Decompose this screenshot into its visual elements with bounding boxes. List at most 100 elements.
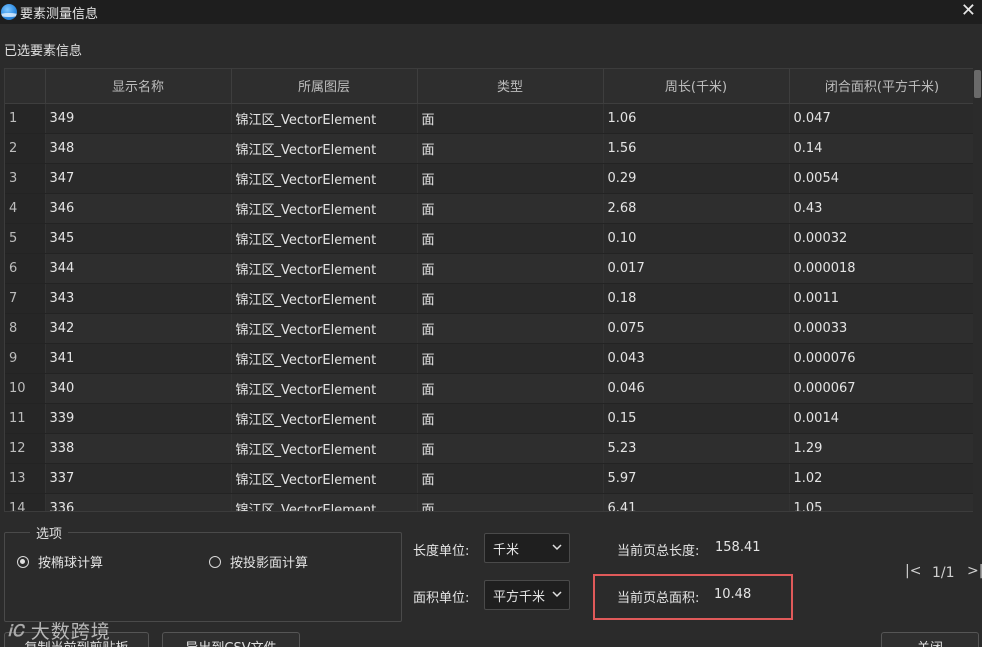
type-cell: 面 xyxy=(417,343,604,374)
row-index-cell: 7 xyxy=(5,283,46,314)
row-index-cell: 6 xyxy=(5,253,46,284)
row-index-cell: 8 xyxy=(5,313,46,344)
radio-ellipsoid[interactable]: 按椭球计算 xyxy=(17,552,103,571)
watermark: ᎥᏟ 大数跨境 xyxy=(8,617,111,644)
display-name-cell: 337 xyxy=(45,463,232,494)
table-row[interactable]: 2 348 锦江区_VectorElement 面 1.56 0.14 xyxy=(5,133,973,164)
type-cell: 面 xyxy=(417,403,604,434)
type-cell: 面 xyxy=(417,193,604,224)
chevron-down-icon xyxy=(552,591,562,598)
radio-projection-label: 按投影面计算 xyxy=(230,556,309,571)
scrollbar-thumb[interactable] xyxy=(974,70,981,98)
type-cell: 面 xyxy=(417,223,604,254)
layer-cell: 锦江区_VectorElement xyxy=(231,253,418,284)
area-cell: 0.000076 xyxy=(789,343,973,374)
column-header-index[interactable] xyxy=(5,69,46,104)
type-cell: 面 xyxy=(417,253,604,284)
perimeter-cell: 0.075 xyxy=(603,313,790,344)
layer-cell: 锦江区_VectorElement xyxy=(231,193,418,224)
radio-unchecked-icon[interactable] xyxy=(209,555,221,568)
table-row[interactable]: 4 346 锦江区_VectorElement 面 2.68 0.43 xyxy=(5,193,973,224)
area-unit-select[interactable]: 平方千米 xyxy=(484,580,570,610)
radio-projection[interactable]: 按投影面计算 xyxy=(209,552,308,571)
table-row[interactable]: 9 341 锦江区_VectorElement 面 0.043 0.000076 xyxy=(5,343,973,374)
length-unit-value: 千米 xyxy=(493,542,520,558)
column-header-perimeter[interactable]: 周长(千米) xyxy=(603,69,790,104)
radio-checked-icon[interactable] xyxy=(17,555,29,568)
last-page-icon[interactable]: >| xyxy=(967,563,982,579)
display-name-cell: 349 xyxy=(45,103,232,134)
area-cell: 0.0011 xyxy=(789,283,973,314)
layer-cell: 锦江区_VectorElement xyxy=(231,373,418,404)
type-cell: 面 xyxy=(417,373,604,404)
area-cell: 1.02 xyxy=(789,463,973,494)
export-csv-button[interactable]: 导出到CSV文件 xyxy=(162,632,300,647)
area-cell: 0.43 xyxy=(789,193,973,224)
total-length-value: 158.41 xyxy=(715,540,761,555)
type-cell: 面 xyxy=(417,283,604,314)
column-header-layer[interactable]: 所属图层 xyxy=(231,69,418,104)
perimeter-cell: 5.97 xyxy=(603,463,790,494)
perimeter-cell: 0.10 xyxy=(603,223,790,254)
display-name-cell: 338 xyxy=(45,433,232,464)
window-title: 要素测量信息 xyxy=(20,6,99,22)
table-row[interactable]: 14 336 锦江区_VectorElement 面 6.41 1.05 xyxy=(5,493,973,511)
area-cell: 1.05 xyxy=(789,493,973,511)
area-cell: 0.0054 xyxy=(789,163,973,194)
title-bar: 要素测量信息 ✕ xyxy=(0,0,982,24)
area-unit-label: 面积单位: xyxy=(413,591,470,606)
table-scrollbar[interactable] xyxy=(973,68,982,512)
perimeter-cell: 5.23 xyxy=(603,433,790,464)
type-cell: 面 xyxy=(417,133,604,164)
table-row[interactable]: 7 343 锦江区_VectorElement 面 0.18 0.0011 xyxy=(5,283,973,314)
display-name-cell: 348 xyxy=(45,133,232,164)
layer-cell: 锦江区_VectorElement xyxy=(231,103,418,134)
perimeter-cell: 0.046 xyxy=(603,373,790,404)
column-header-area[interactable]: 闭合面积(平方千米) xyxy=(789,69,973,104)
table-row[interactable]: 11 339 锦江区_VectorElement 面 0.15 0.0014 xyxy=(5,403,973,434)
table-row[interactable]: 6 344 锦江区_VectorElement 面 0.017 0.000018 xyxy=(5,253,973,284)
row-index-cell: 1 xyxy=(5,103,46,134)
column-header-type[interactable]: 类型 xyxy=(417,69,604,104)
table-row[interactable]: 1 349 锦江区_VectorElement 面 1.06 0.047 xyxy=(5,103,973,134)
perimeter-cell: 0.043 xyxy=(603,343,790,374)
close-icon[interactable]: ✕ xyxy=(961,1,976,21)
area-cell: 0.14 xyxy=(789,133,973,164)
layer-cell: 锦江区_VectorElement xyxy=(231,343,418,374)
table-row[interactable]: 8 342 锦江区_VectorElement 面 0.075 0.00033 xyxy=(5,313,973,344)
perimeter-cell: 1.06 xyxy=(603,103,790,134)
layer-cell: 锦江区_VectorElement xyxy=(231,433,418,464)
display-name-cell: 341 xyxy=(45,343,232,374)
display-name-cell: 336 xyxy=(45,493,232,511)
length-unit-select[interactable]: 千米 xyxy=(484,533,570,563)
row-index-cell: 3 xyxy=(5,163,46,194)
type-cell: 面 xyxy=(417,103,604,134)
table-row[interactable]: 5 345 锦江区_VectorElement 面 0.10 0.00032 xyxy=(5,223,973,254)
close-button[interactable]: 关闭 xyxy=(881,632,979,647)
row-index-cell: 2 xyxy=(5,133,46,164)
table-row[interactable]: 3 347 锦江区_VectorElement 面 0.29 0.0054 xyxy=(5,163,973,194)
type-cell: 面 xyxy=(417,493,604,511)
first-page-icon[interactable]: |< xyxy=(905,563,921,579)
type-cell: 面 xyxy=(417,433,604,464)
highlight-annotation xyxy=(593,574,793,620)
layer-cell: 锦江区_VectorElement xyxy=(231,133,418,164)
column-header-display-name[interactable]: 显示名称 xyxy=(45,69,232,104)
display-name-cell: 347 xyxy=(45,163,232,194)
perimeter-cell: 1.56 xyxy=(603,133,790,164)
features-table: 显示名称 所属图层 类型 周长(千米) 闭合面积(平方千米) 1 349 锦江区_V… xyxy=(4,68,974,512)
area-cell: 0.000018 xyxy=(789,253,973,284)
table-row[interactable]: 10 340 锦江区_VectorElement 面 0.046 0.000067 xyxy=(5,373,973,404)
area-cell: 0.00033 xyxy=(789,313,973,344)
area-cell: 0.047 xyxy=(789,103,973,134)
table-row[interactable]: 13 337 锦江区_VectorElement 面 5.97 1.02 xyxy=(5,463,973,494)
watermark-text: 大数跨境 xyxy=(30,621,111,643)
area-cell: 0.000067 xyxy=(789,373,973,404)
table-row[interactable]: 12 338 锦江区_VectorElement 面 5.23 1.29 xyxy=(5,433,973,464)
row-index-cell: 4 xyxy=(5,193,46,224)
row-index-cell: 11 xyxy=(5,403,46,434)
table-header-row: 显示名称 所属图层 类型 周长(千米) 闭合面积(平方千米) xyxy=(5,69,973,104)
layer-cell: 锦江区_VectorElement xyxy=(231,313,418,344)
display-name-cell: 343 xyxy=(45,283,232,314)
watermark-logo-icon: ᎥᏟ xyxy=(8,620,25,640)
